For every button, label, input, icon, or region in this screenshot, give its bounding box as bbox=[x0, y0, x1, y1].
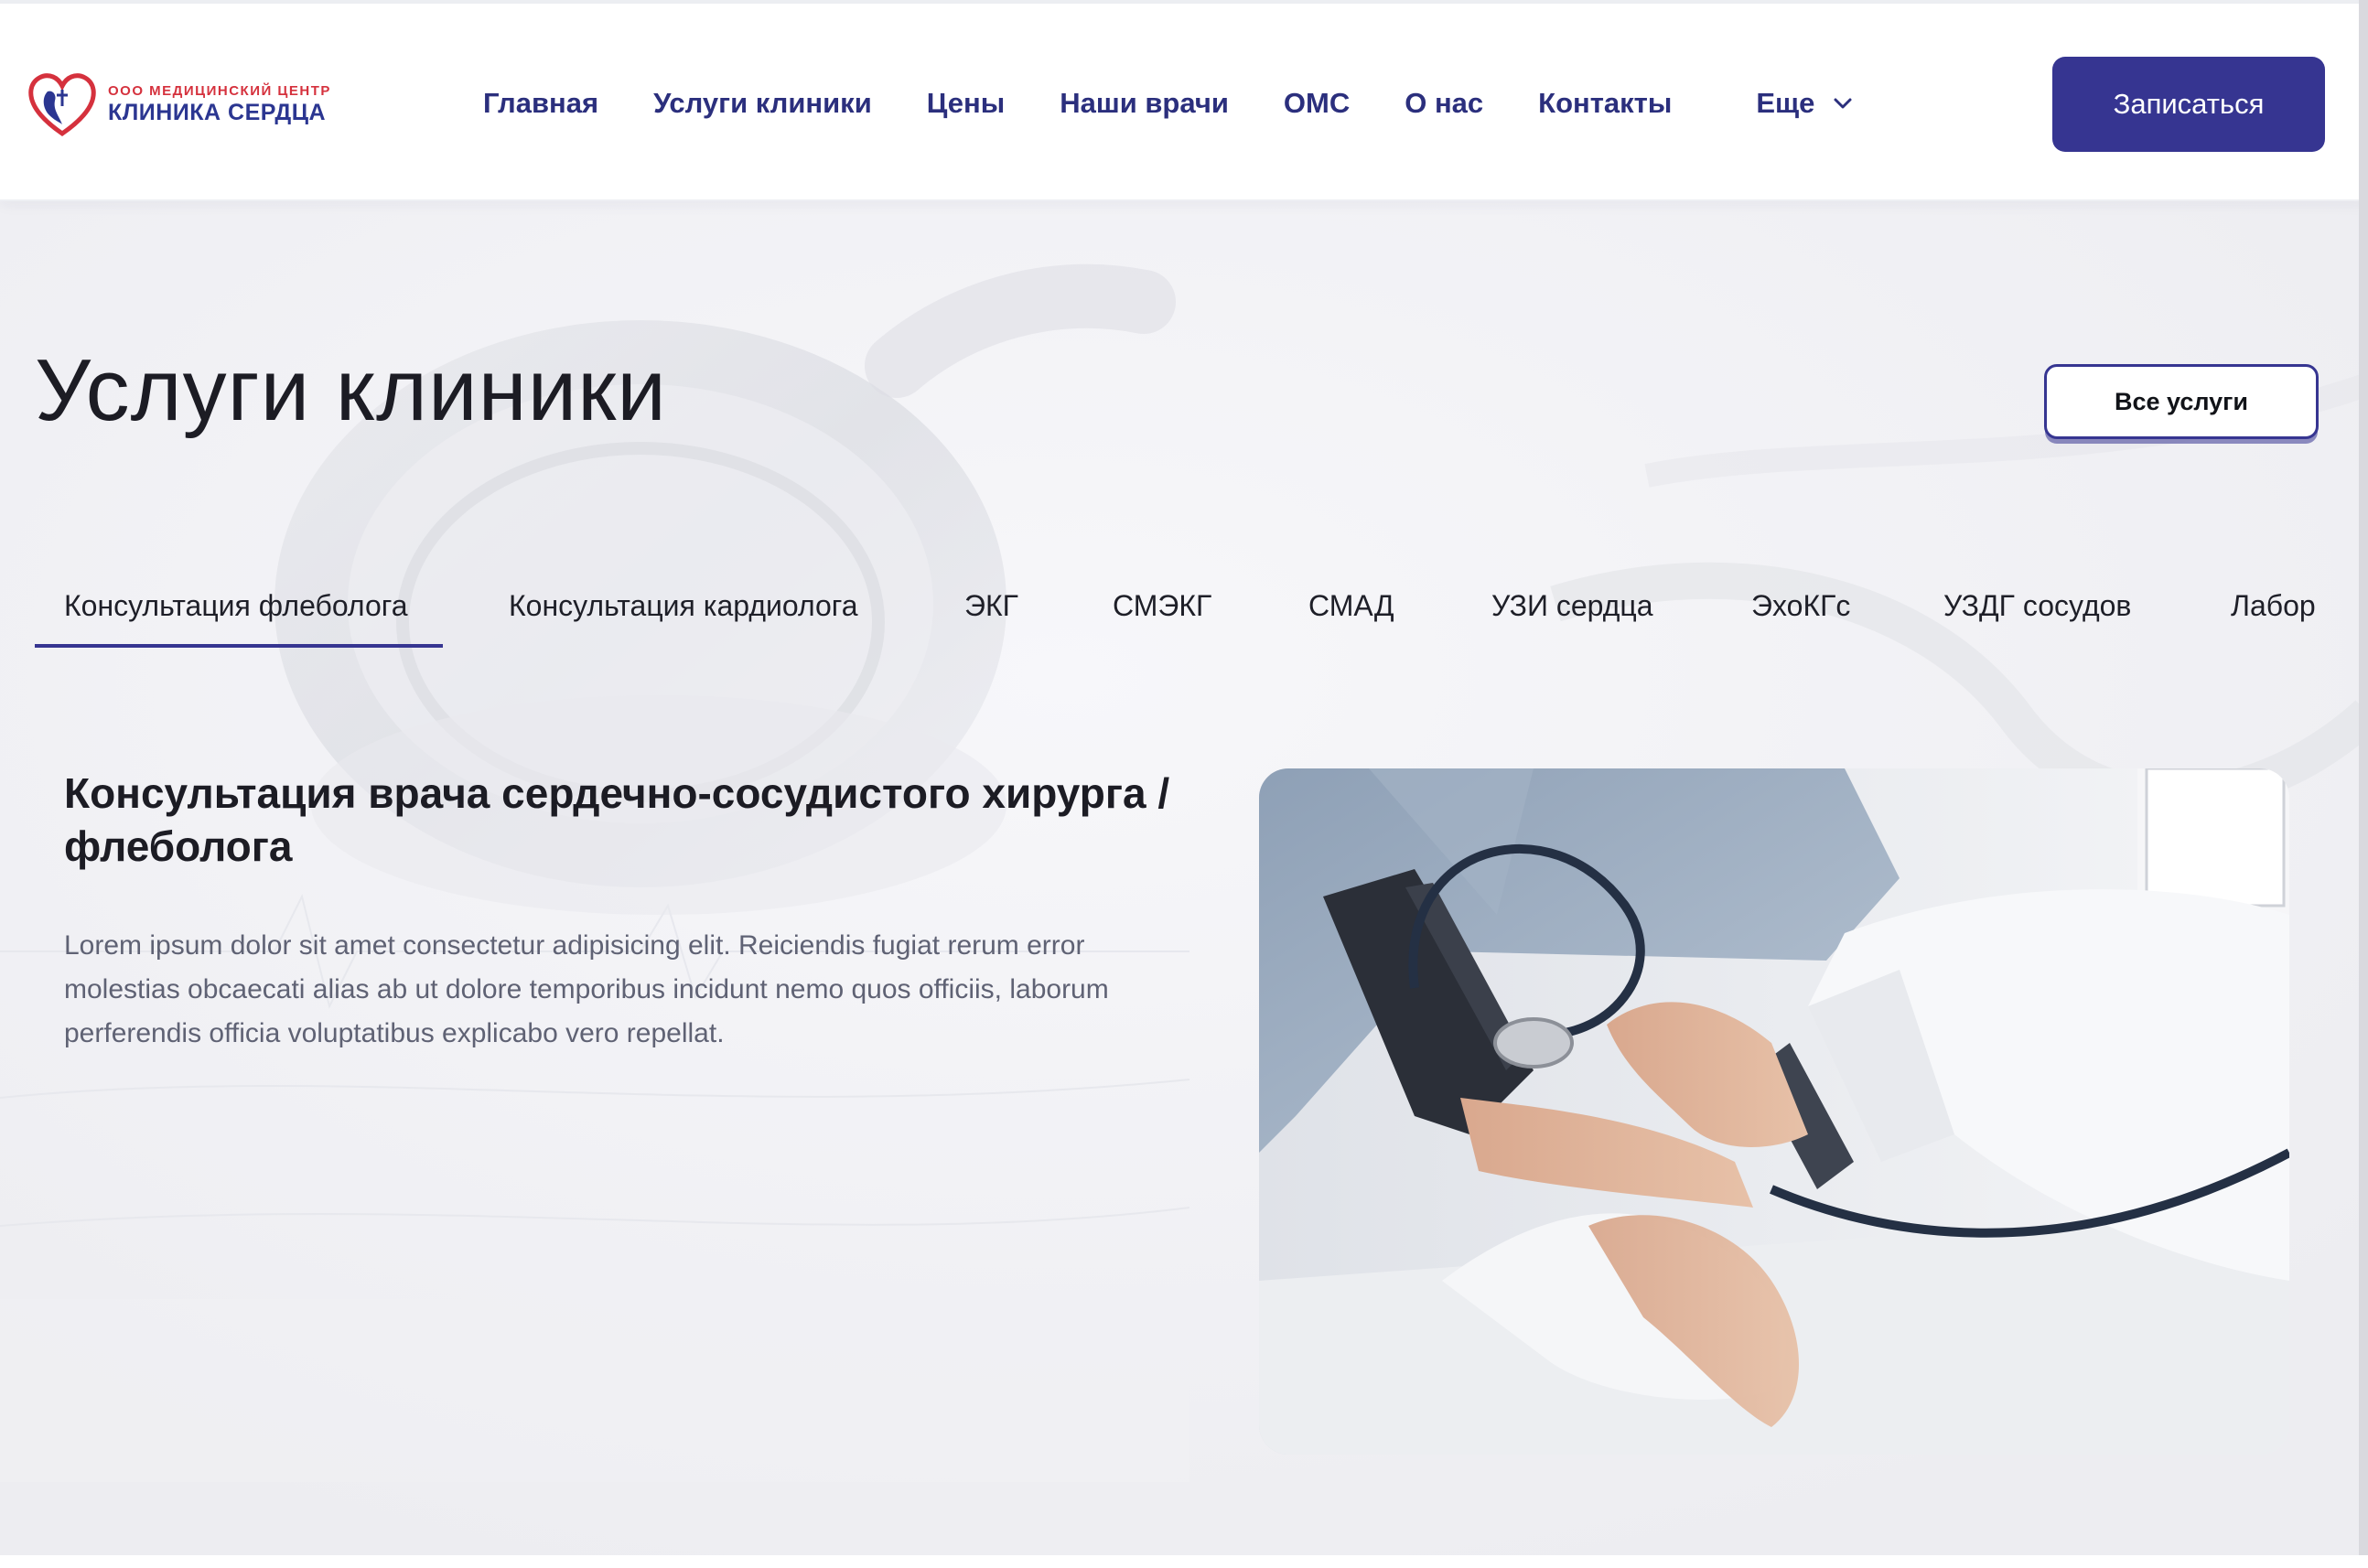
book-appointment-button[interactable]: Записаться bbox=[2052, 57, 2325, 152]
nav-item-prices[interactable]: Цены bbox=[927, 87, 1005, 120]
logo-subtitle: ООО МЕДИЦИНСКИЙ ЦЕНТР bbox=[108, 83, 331, 99]
nav-item-services[interactable]: Услуги клиники bbox=[653, 87, 872, 120]
tab-laboratory[interactable]: Лабор bbox=[2231, 567, 2316, 648]
service-photo bbox=[1259, 768, 2289, 1455]
bottom-strip bbox=[0, 1555, 2368, 1568]
nav-item-oms[interactable]: ОМС bbox=[1284, 87, 1350, 120]
site-header: ООО МЕДИЦИНСКИЙ ЦЕНТР КЛИНИКА СЕРДЦА Гла… bbox=[0, 0, 2368, 201]
nav-more-label: Еще bbox=[1756, 87, 1815, 119]
tab-heart-ultrasound[interactable]: УЗИ сердца bbox=[1491, 567, 1653, 648]
tab-echocardiography[interactable]: ЭхоКГс bbox=[1751, 567, 1850, 648]
logo[interactable]: ООО МЕДИЦИНСКИЙ ЦЕНТР КЛИНИКА СЕРДЦА bbox=[26, 70, 355, 139]
tab-cardiologist[interactable]: Консультация кардиолога bbox=[509, 567, 858, 648]
page: ООО МЕДИЦИНСКИЙ ЦЕНТР КЛИНИКА СЕРДЦА Гла… bbox=[0, 0, 2368, 1568]
service-tabs: Консультация флеболога Консультация кард… bbox=[35, 567, 2368, 650]
tab-abpm[interactable]: СМАД bbox=[1308, 567, 1394, 648]
nav-item-about[interactable]: О нас bbox=[1405, 87, 1483, 120]
section-title: Услуги клиники bbox=[35, 341, 667, 439]
logo-title: КЛИНИКА СЕРДЦА bbox=[108, 100, 327, 125]
logo-text: ООО МЕДИЦИНСКИЙ ЦЕНТР КЛИНИКА СЕРДЦА bbox=[108, 83, 331, 125]
main-nav: Главная Услуги клиники Цены Наши врачи О… bbox=[483, 4, 1908, 203]
service-detail-title: Консультация врача сердечно-сосудистого … bbox=[64, 769, 1170, 870]
nav-more-dropdown[interactable]: Еще bbox=[1756, 87, 1853, 120]
tab-ecg[interactable]: ЭКГ bbox=[964, 567, 1018, 648]
all-services-button[interactable]: Все услуги bbox=[2044, 364, 2319, 439]
nav-item-doctors[interactable]: Наши врачи bbox=[1060, 87, 1229, 120]
nav-item-contacts[interactable]: Контакты bbox=[1538, 87, 1672, 120]
blood-pressure-photo bbox=[1259, 768, 2289, 1455]
services-section: Услуги клиники Все услуги Консультация ф… bbox=[0, 201, 2368, 1555]
chevron-down-icon bbox=[1834, 98, 1852, 109]
service-detail-description: Lorem ipsum dolor sit amet consectetur a… bbox=[64, 930, 1109, 1048]
tab-vascular-doppler[interactable]: УЗДГ сосудов bbox=[1943, 567, 2131, 648]
nav-item-home[interactable]: Главная bbox=[483, 87, 598, 120]
tab-phlebologist[interactable]: Консультация флеболога bbox=[35, 567, 443, 648]
heart-logo-icon bbox=[28, 73, 96, 137]
tab-holter-ecg[interactable]: СМЭКГ bbox=[1113, 567, 1211, 648]
scrollbar-edge bbox=[2359, 0, 2368, 1568]
